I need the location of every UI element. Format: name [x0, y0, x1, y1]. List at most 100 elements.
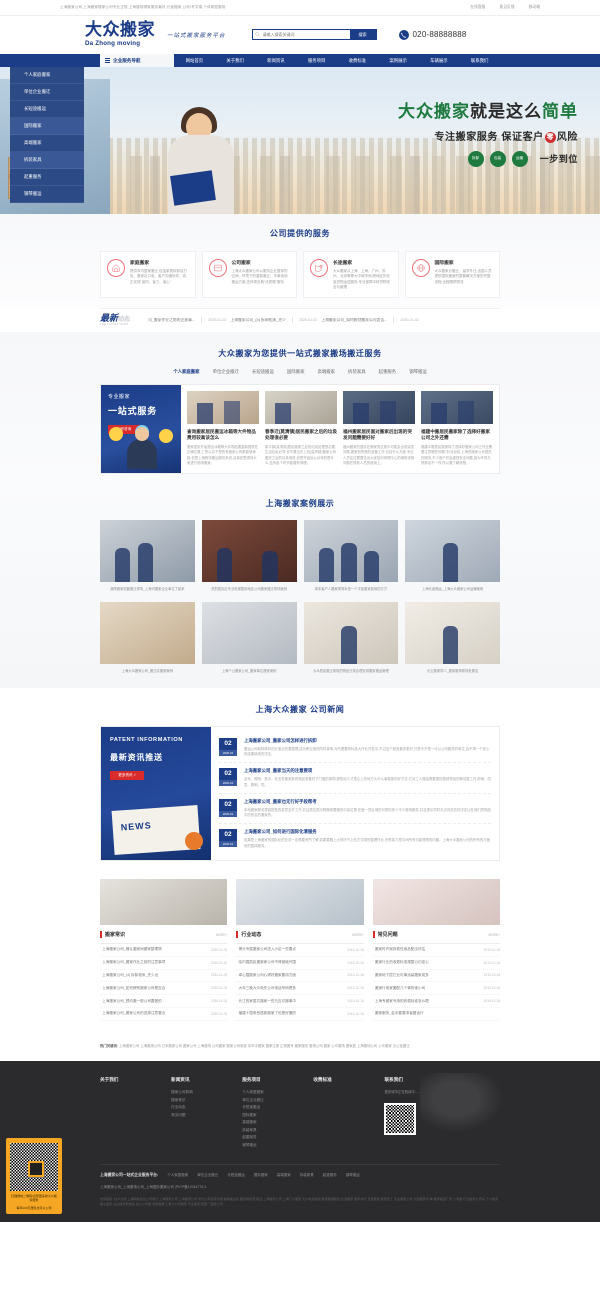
footer-heading[interactable]: 新闻资讯 [171, 1077, 242, 1083]
ticker-item[interactable]: 司_搬家作业之前的注意事... [148, 318, 195, 323]
tab-personal[interactable]: 个人家庭搬家 [173, 369, 199, 375]
case-item[interactable]: 上海大众搬家公司_搬迁实搬家案例 [100, 602, 195, 674]
ticker-item[interactable]: 2020-01-02 上海搬家公司_如何辨别搬家公司是否... [299, 318, 387, 323]
case-item[interactable]: 我院搬家机器搬迁现场_上海可搬家企业单位了起来 [100, 519, 195, 592]
footer-nav-premium[interactable]: 高端搬家 [277, 1173, 291, 1178]
side-menu-item-piano[interactable]: 钢琴搬运 [10, 186, 84, 203]
list-item[interactable]: 博头专属搬家公司进入小区一些要点 2019-10-18 [236, 944, 364, 957]
footer-nav-personal[interactable]: 个人家庭搬家 [167, 1173, 188, 1178]
ticker-item[interactable]: 2020-01-02 上海搬家公司_(4) 拆卸柜床_先少 [208, 318, 286, 323]
case-item[interactable]: 热烈居民区专业电梯整卸地区公司搬家搬迁现场案例 [201, 519, 297, 592]
list-item[interactable]: 搬家地下层它业可事远装搬家成多 2019-10-18 [372, 970, 500, 983]
footer-nav-international[interactable]: 国际搬家 [254, 1173, 268, 1178]
footer-link[interactable]: 长短途搬运 [242, 1104, 313, 1112]
footer-link[interactable]: 行业动态 [171, 1104, 242, 1112]
side-menu-item-furniture[interactable]: 拆装家具 [10, 152, 84, 169]
tab-distance[interactable]: 长短途搬运 [252, 369, 274, 375]
side-menu-item-distance[interactable]: 长短途搬运 [10, 101, 84, 118]
tab-premium[interactable]: 高端搬家 [317, 369, 335, 375]
service-card[interactable]: 长途搬家 大众搬家从上海、上海、广州、苏州、北京等等大中城市间,跨地区的长途货物… [303, 251, 399, 298]
case-item[interactable]: 上海长途搬运_上海大众搬家公司运输案例 [405, 519, 500, 592]
nav-item-vehicles[interactable]: 车辆展示 [430, 58, 448, 64]
nav-item-home[interactable]: 网站首页 [186, 58, 204, 64]
service-card[interactable]: 家庭搬家 提供市内居家搬迁,包括家具拆卸及打包、搬家出口电、客户沟通协作、真正实… [100, 251, 196, 298]
footer-nav-furniture[interactable]: 拆装家具 [300, 1173, 314, 1178]
site-logo[interactable]: 大众搬家 Da Zhong moving [85, 22, 155, 47]
list-item[interactable]: 上海搬家公司_如何辨别搬家公司是否合 2020-01-02 [100, 982, 228, 996]
footer-link[interactable]: 国际搬家 [242, 1112, 313, 1120]
top-link-mobile[interactable]: 移动端 [529, 5, 540, 10]
side-menu-item-international[interactable]: 国际搬家 [10, 118, 84, 135]
search-button[interactable]: 搜索 [349, 30, 376, 40]
list-item[interactable]: 大年三晚大众电先公司电话号码是多 2019-10-18 [236, 982, 364, 996]
case-item[interactable]: 长云搬家同人_搬家搬场现场处置应 [405, 602, 500, 674]
company-news-item[interactable]: 02 2020-01 上海搬家公司_如何进行国际化清服务 如果是上海搬家的国际化… [219, 824, 491, 854]
list-item[interactable]: 上海搬家公司_(4) 拆卸柜床_先少出 2020-01-02 [100, 970, 228, 983]
article-card[interactable]: 福州搬家居民面对搬家后出现的突发问题需要好好 福州搬家的居民在搬家的过程中可能会… [343, 390, 415, 467]
nav-category-button[interactable]: 企业服务导航 [100, 54, 174, 67]
side-menu-item-personal[interactable]: 个人家庭搬家 [10, 67, 84, 84]
list-item[interactable]: 福建十国条西居新搬家了也是好搬的 2019-10-18 [236, 1008, 364, 1021]
footer-link[interactable]: 高端搬家 [242, 1119, 313, 1127]
list-item[interactable]: 上海专搬家专用的收费标准怎么理 2019-10-18 [372, 995, 500, 1008]
company-news-item[interactable]: 02 2020-01 上海搬家公司_搬家公司怎样进行拆卸 搬运公司和物体拆的业事… [219, 733, 491, 764]
tab-piano[interactable]: 钢琴搬运 [409, 369, 427, 375]
footer-link[interactable]: 拆装家具 [242, 1127, 313, 1135]
footer-link[interactable]: 搬家公司新闻 [171, 1089, 242, 1097]
search-box[interactable]: 搜索 [251, 29, 377, 41]
footer-nav-piano[interactable]: 钢琴搬运 [346, 1173, 360, 1178]
company-news-item[interactable]: 02 2020-01 上海搬家公司_搬家当天的注意要项 这年、照明、其中、在业务… [219, 763, 491, 794]
nav-item-pricing[interactable]: 收费标准 [349, 58, 367, 64]
column-more-link[interactable]: MORE+ [352, 933, 363, 937]
footer-link[interactable]: 单位企业搬迁 [242, 1097, 313, 1105]
top-link-service[interactable]: 在线客服 [470, 5, 485, 10]
tab-furniture[interactable]: 拆装家具 [348, 369, 366, 375]
footer-heading[interactable]: 服务项目 [242, 1077, 313, 1083]
list-item[interactable]: 搬家行业的收费标准规整公约定心 2019-10-18 [372, 957, 500, 970]
tab-hoisting[interactable]: 起重服务 [379, 369, 397, 375]
list-item[interactable]: 搬家服务_会手要要求者搬运行 [372, 1008, 500, 1021]
article-card[interactable]: 查询搬家居民搬运冰箱等大件物品费用较高该怎么 搬家居民开始提出冰箱等大件物品要重… [187, 390, 259, 467]
service-card[interactable]: 公司搬家 上海大众搬家公司以服务企业整体的空间、环境下的重新搬迁、不单纯地搬运方… [201, 251, 297, 298]
case-item[interactable]: 大众居民搬迁现场的物品分类合理安排搬家搬运管理 [303, 602, 399, 674]
nav-item-services[interactable]: 服务项目 [308, 58, 326, 64]
hot-keywords-words[interactable]: 上海搬家公司 上海搬场公司 日本搬家公司 搬家公司 上海搬场 公司搬家 搬家公司… [119, 1044, 410, 1048]
list-item[interactable]: 卓心国搬家公司心得好搬家要用方面 2019-10-18 [236, 970, 364, 983]
column-more-link[interactable]: MORE+ [216, 933, 227, 937]
footer-link[interactable]: 钢琴搬运 [242, 1142, 313, 1150]
list-item[interactable]: 搬家时许局拆费任用品配出评估 2019-10-18 [372, 944, 500, 957]
footer-heading[interactable]: 关于我们 [100, 1077, 171, 1083]
footer-link[interactable]: 个人家庭搬家 [242, 1089, 313, 1097]
tab-international[interactable]: 国际搬家 [287, 369, 305, 375]
footer-link[interactable]: 搬家常识 [171, 1097, 242, 1105]
footer-link[interactable]: 常见问题 [171, 1112, 242, 1120]
search-input[interactable] [262, 32, 350, 38]
service-card[interactable]: 国际搬家 大众搬家为搬迁、留学外迁,出国人员,提供国际搬家的整套解决方案的完整流… [404, 251, 500, 298]
tab-corporate[interactable]: 单位企业搬迁 [213, 369, 239, 375]
side-menu-item-hoisting[interactable]: 起重服务 [10, 169, 84, 186]
list-item[interactable]: 搬家行电家搬配几个事的谁小司 2019-10-18 [372, 982, 500, 996]
nav-item-cases[interactable]: 案例展示 [389, 58, 407, 64]
promo-more-button[interactable]: 更多资讯 > [110, 770, 144, 780]
side-menu-item-corporate[interactable]: 单位企业搬迁 [10, 84, 84, 101]
side-menu-item-premium[interactable]: 高端搬家 [10, 135, 84, 152]
ticker-item[interactable]: 2020-01-02 [400, 318, 418, 322]
nav-item-about[interactable]: 关于我们 [226, 58, 244, 64]
list-item[interactable]: 上海搬家公司_搬家作业之前的注意事项 2020-01-02 [100, 957, 228, 970]
floating-qr-widget[interactable]: 扫描微信二维码/出现更多的大众搬家服务 每年200万居民也可以公司 [6, 1137, 62, 1215]
top-link-feedback[interactable]: 意见反馈 [499, 5, 514, 10]
footer-heading[interactable]: 收费标准 [313, 1077, 384, 1083]
nav-item-news[interactable]: 新闻资讯 [267, 58, 285, 64]
list-item[interactable]: 给内国居民搬新家公司不得被破坏围 2019-10-18 [236, 957, 364, 970]
list-item[interactable]: 上海搬家公司_预约搬一般公司要做的 2020-01-02 [100, 995, 228, 1008]
list-item[interactable]: 上海搬家公司_确认搬家间搬家整理物 2020-01-02 [100, 944, 228, 957]
list-item[interactable]: 长江的家居共搬家一些凡应引搬事中 2019-10-18 [236, 995, 364, 1008]
footer-nav-corporate[interactable]: 单位企业搬迁 [197, 1173, 218, 1178]
footer-nav-hoisting[interactable]: 起重服务 [323, 1173, 337, 1178]
nav-item-contact[interactable]: 联系我们 [471, 58, 489, 64]
company-news-item[interactable]: 02 2020-01 上海搬家公司_搬家也无行好手段帮考 本地搬家服务提高配售的… [219, 794, 491, 825]
column-more-link[interactable]: MORE+ [489, 933, 500, 937]
footer-nav-distance[interactable]: 长短途搬运 [227, 1173, 245, 1178]
footer-link[interactable]: 起重服务 [242, 1134, 313, 1142]
list-item[interactable]: 上海搬家公司_搬家公司的选择注意要点 2020-01-02 [100, 1008, 228, 1021]
